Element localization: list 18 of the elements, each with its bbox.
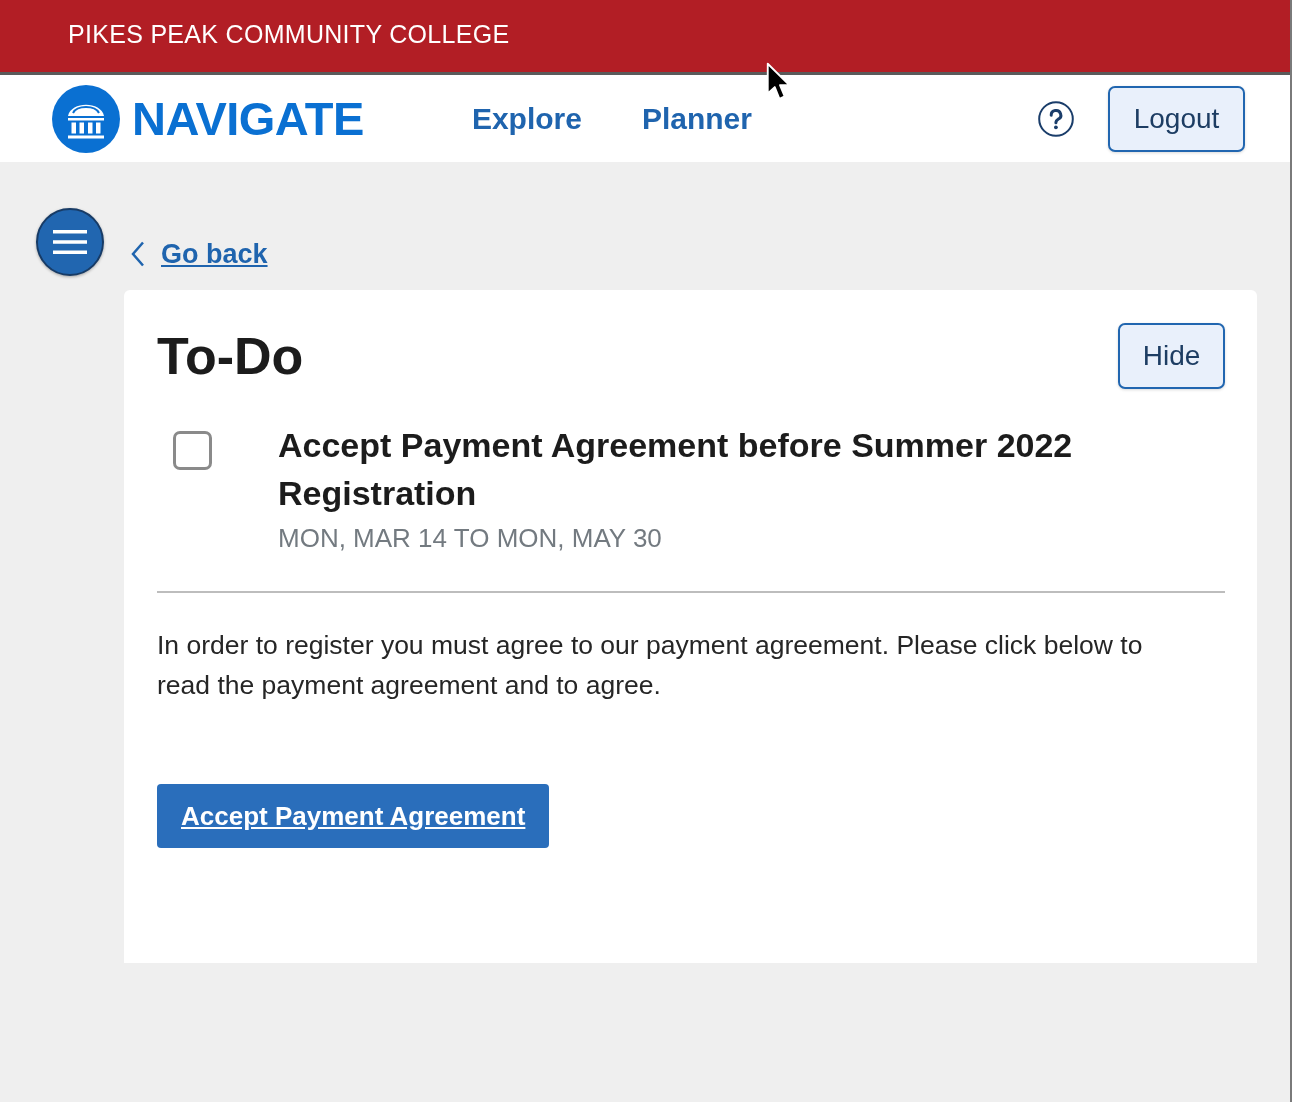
building-logo-icon: [52, 84, 120, 153]
description-text: In order to register you must agree to our payment agreement. Please click below to read the payment agreement and to agree.: [157, 629, 1144, 702]
logout-button[interactable]: Logout: [1108, 85, 1245, 152]
todo-item-dates: MON, MAR 14 TO MON, MAY 30: [278, 523, 663, 553]
nav-link[interactable]: Planner: [641, 96, 752, 141]
checkbox[interactable]: [173, 431, 212, 470]
card-title: To-Do: [157, 330, 304, 382]
chevron-left-icon: [130, 241, 146, 267]
institution-name: PIKES PEAK COMMUNITY COLLEGE: [68, 18, 510, 50]
nav-link[interactable]: Explore: [471, 96, 582, 141]
accept-agreement-button[interactable]: Accept Payment Agreement: [157, 784, 550, 848]
hide-button[interactable]: Hide: [1118, 323, 1225, 389]
help-icon[interactable]: [1038, 100, 1074, 137]
todo-item-title: Accept Payment Agreement before Summer 2022 Registration: [278, 425, 1074, 514]
go-back-link[interactable]: Go back: [130, 236, 268, 272]
menu-icon: [53, 230, 87, 254]
menu-button[interactable]: [36, 208, 104, 276]
brand-name: NAVIGATE: [132, 95, 364, 142]
